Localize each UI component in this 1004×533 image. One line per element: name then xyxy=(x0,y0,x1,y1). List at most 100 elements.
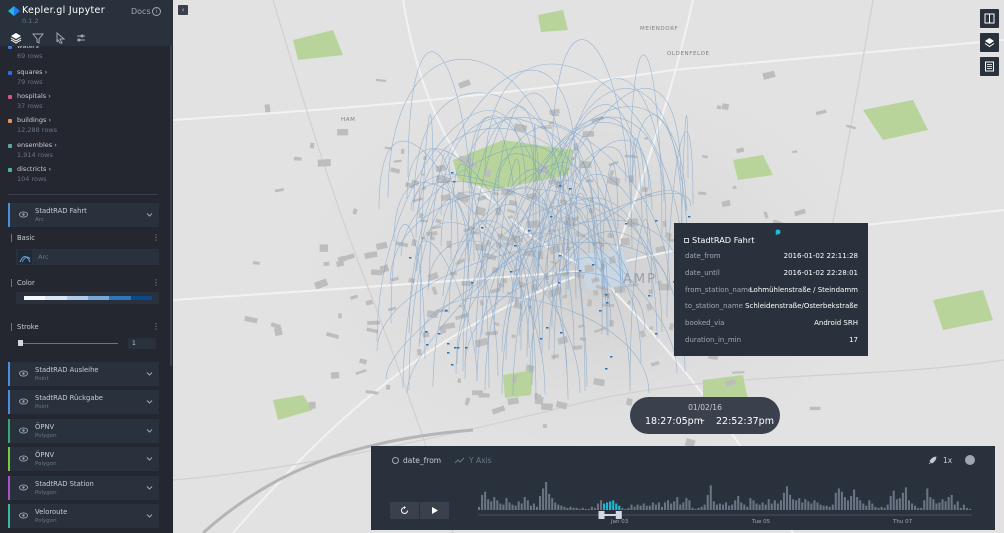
dataset-item[interactable]: ensembles › 1,914 rows xyxy=(8,141,158,165)
chevron-down-icon[interactable] xyxy=(146,484,153,491)
histogram-bar xyxy=(962,504,965,510)
histogram-bar xyxy=(956,501,959,510)
histogram-bar xyxy=(749,498,752,510)
histogram-bar xyxy=(499,503,502,510)
layer-name[interactable]: StadtRAD Rückgabe xyxy=(35,394,103,402)
side-panel-content[interactable]: waters 69 rows squares › 79 rows hospita… xyxy=(0,46,173,533)
dataset-item[interactable]: waters 69 rows xyxy=(8,46,158,66)
range-slider-handle-end[interactable] xyxy=(615,511,622,519)
histogram-bar xyxy=(874,506,877,510)
histogram-bar xyxy=(615,503,618,510)
side-panel-scrollbar[interactable] xyxy=(170,46,172,366)
histogram-bar xyxy=(862,503,865,510)
play-button[interactable] xyxy=(420,502,449,519)
visibility-eye-icon[interactable] xyxy=(19,427,28,434)
tab-base-map[interactable] xyxy=(75,32,87,44)
histogram-bar xyxy=(709,485,712,510)
layer-type: Arc xyxy=(35,217,44,223)
dataset-name[interactable]: buildings › xyxy=(17,116,51,124)
map-label-oldenfelde: OLDENFELDE xyxy=(667,51,710,57)
layer-card[interactable]: StadtRAD Ausleihe Point xyxy=(8,362,159,386)
more-options-icon[interactable]: ⋮ xyxy=(152,322,160,331)
tab-interactions[interactable] xyxy=(54,32,66,44)
more-options-icon[interactable]: ⋮ xyxy=(152,278,160,287)
dataset-item[interactable]: squares › 79 rows xyxy=(8,68,158,92)
color-range-selector[interactable] xyxy=(16,292,159,304)
info-icon[interactable]: i xyxy=(152,7,161,16)
time-range-start: 18:27:05pm xyxy=(645,416,703,427)
chevron-down-icon[interactable] xyxy=(146,398,153,405)
histogram-bar xyxy=(645,505,648,510)
dataset-item[interactable]: hospitals › 37 rows xyxy=(8,92,158,116)
layer-card[interactable]: StadtRAD Rückgabe Point xyxy=(8,390,159,414)
layer-type-selector[interactable]: Arc xyxy=(16,249,159,265)
layer-name[interactable]: StadtRAD Station xyxy=(35,480,94,488)
layer-card-active[interactable]: StadtRAD Fahrt Arc xyxy=(8,203,159,227)
reset-button[interactable] xyxy=(390,502,419,519)
layer-name[interactable]: ÖPNV xyxy=(35,451,54,459)
histogram-bar xyxy=(834,492,837,510)
pin-icon[interactable] xyxy=(774,229,782,237)
layer-name[interactable]: Veloroute xyxy=(35,508,67,516)
histogram-bar xyxy=(923,500,926,510)
tooltip-field-key: booked_via xyxy=(685,319,725,327)
layer-card[interactable]: Veloroute Polygon xyxy=(8,504,159,528)
time-histogram[interactable] xyxy=(478,446,972,530)
dataset-item[interactable]: disctricts › 104 rows xyxy=(8,165,158,189)
time-field-selector[interactable]: date_from xyxy=(403,456,441,465)
histogram-bar xyxy=(779,500,782,510)
histogram-bar xyxy=(801,502,804,510)
layer-name[interactable]: ÖPNV xyxy=(35,423,54,431)
layer-color-bar xyxy=(8,390,10,414)
stroke-slider-track[interactable] xyxy=(20,343,118,344)
histogram-bar xyxy=(657,502,660,510)
visibility-eye-icon[interactable] xyxy=(19,512,28,519)
chevron-up-icon[interactable] xyxy=(146,211,153,218)
histogram-bar xyxy=(877,507,880,510)
visibility-eye-icon[interactable] xyxy=(19,455,28,462)
docs-link[interactable]: Docs xyxy=(131,7,151,16)
layer-color-bar xyxy=(8,447,10,471)
stroke-slider-handle[interactable] xyxy=(18,340,23,346)
layer-card[interactable]: ÖPNV Polygon xyxy=(8,447,159,471)
layer-name[interactable]: StadtRAD Ausleihe xyxy=(35,366,99,374)
dataset-name[interactable]: hospitals › xyxy=(17,92,51,100)
visibility-eye-icon[interactable] xyxy=(19,211,28,218)
more-options-icon[interactable]: ⋮ xyxy=(152,233,160,242)
dataset-name[interactable]: waters xyxy=(17,46,39,50)
histogram-bar xyxy=(636,504,639,510)
dataset-name[interactable]: ensembles › xyxy=(17,141,57,149)
dataset-name[interactable]: squares › xyxy=(17,68,47,76)
layer-card[interactable]: ÖPNV Polygon xyxy=(8,419,159,443)
histogram-bar xyxy=(654,504,657,510)
line-chart-icon[interactable] xyxy=(455,457,465,464)
visibility-eye-icon[interactable] xyxy=(19,398,28,405)
stroke-value-input[interactable]: 1 xyxy=(128,338,156,349)
layer-type: Polygon xyxy=(35,518,57,524)
dataset-name[interactable]: disctricts › xyxy=(17,165,51,173)
range-slider-track[interactable] xyxy=(478,514,972,516)
chevron-down-icon[interactable] xyxy=(146,512,153,519)
visibility-eye-icon[interactable] xyxy=(19,484,28,491)
split-map-button[interactable] xyxy=(980,9,999,28)
tab-layers[interactable] xyxy=(10,32,22,44)
collapse-sidebar-button[interactable]: ‹ xyxy=(178,5,188,15)
tooltip-field-key: duration_in_min xyxy=(685,336,742,344)
chevron-down-icon[interactable] xyxy=(146,370,153,377)
layer-name[interactable]: StadtRAD Fahrt xyxy=(35,207,87,215)
range-slider-handle-start[interactable] xyxy=(598,511,605,519)
chevron-down-icon[interactable] xyxy=(146,455,153,462)
legend-button[interactable] xyxy=(980,57,999,76)
tab-filters[interactable] xyxy=(32,32,44,44)
layer-type: Polygon xyxy=(35,433,57,439)
color-ramp-step xyxy=(109,296,131,300)
histogram-bar xyxy=(624,508,627,510)
histogram-bar xyxy=(514,505,517,510)
tooltip-row: duration_in_min 17 xyxy=(685,336,858,348)
visibility-eye-icon[interactable] xyxy=(19,370,28,377)
map-layers-button[interactable] xyxy=(980,33,999,52)
dataset-item[interactable]: buildings › 12,288 rows xyxy=(8,116,158,140)
histogram-bar xyxy=(609,501,612,510)
layer-card[interactable]: StadtRAD Station Polygon xyxy=(8,476,159,500)
chevron-down-icon[interactable] xyxy=(146,427,153,434)
